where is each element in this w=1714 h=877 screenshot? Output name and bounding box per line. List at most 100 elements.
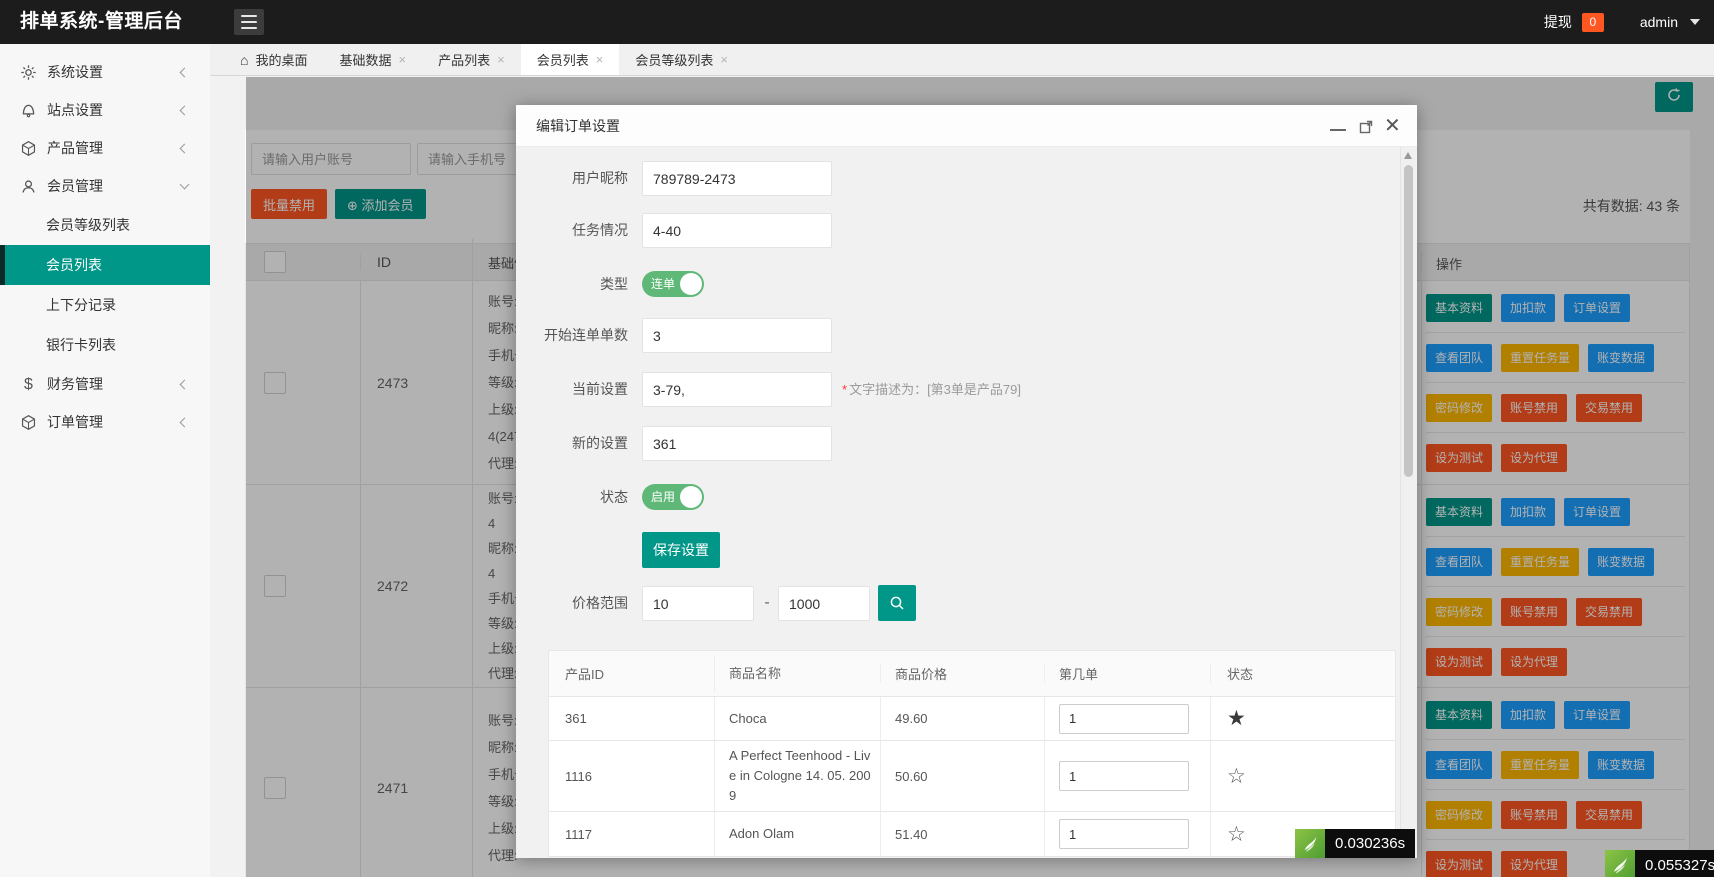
- modal-header: 编辑订单设置 ✕: [516, 105, 1417, 147]
- withdraw-link[interactable]: 提现: [1544, 12, 1572, 32]
- toggle-knob: [680, 486, 702, 508]
- chevron-left-icon: [180, 67, 190, 77]
- sidebar-item-member-list[interactable]: 会员列表: [0, 245, 210, 285]
- tab-label: 基础数据: [339, 50, 391, 69]
- product-price: 50.60: [880, 741, 1044, 811]
- current-setting-label: 当前设置: [516, 372, 628, 407]
- chevron-left-icon: [180, 143, 190, 153]
- product-table: 产品ID 商品名称 商品价格 第几单 状态 361 Choca 49.60 ★ …: [548, 650, 1396, 857]
- thinkphp-logo-icon: [1295, 829, 1325, 858]
- tab-label: 产品列表: [438, 50, 490, 69]
- order-number-input[interactable]: [1059, 761, 1189, 791]
- sidebar-item-member-level-list[interactable]: 会员等级列表: [0, 205, 210, 245]
- bell-icon: [20, 102, 37, 119]
- chevron-left-icon: [180, 417, 190, 427]
- start-chain-count-label: 开始连单单数: [516, 318, 628, 353]
- scroll-up-icon[interactable]: [1404, 152, 1412, 159]
- status-header: 状态: [1210, 664, 1395, 683]
- sidebar-item-label: 系统设置: [47, 62, 103, 82]
- search-icon: [888, 594, 906, 612]
- toggle-knob: [680, 273, 702, 295]
- star-outline-icon[interactable]: ☆: [1227, 822, 1246, 847]
- app-title: 排单系统-管理后台: [20, 0, 183, 44]
- app-root: 排单系统-管理后台 提现 0 admin 系统设置 站点设置 产品管理 会: [0, 0, 1714, 877]
- scrollbar-thumb[interactable]: [1404, 165, 1413, 477]
- product-row: 1116 A Perfect Teenhood - Live in Cologn…: [549, 741, 1395, 812]
- home-icon: ⌂: [240, 52, 248, 68]
- user-menu[interactable]: admin: [1640, 14, 1678, 30]
- status-toggle[interactable]: 启用: [642, 484, 704, 510]
- current-setting-input[interactable]: [642, 372, 832, 407]
- modal-title: 编辑订单设置: [536, 105, 620, 147]
- task-status-label: 任务情况: [516, 213, 628, 248]
- product-name: A Perfect Teenhood - Live in Cologne 14.…: [714, 741, 880, 811]
- withdraw-count-badge[interactable]: 0: [1582, 13, 1604, 32]
- trace-badge[interactable]: 0.030236s: [1295, 829, 1415, 858]
- price-search-button[interactable]: [878, 585, 916, 621]
- type-label: 类型: [516, 271, 628, 297]
- hamburger-menu-icon[interactable]: [234, 9, 264, 35]
- start-chain-count-input[interactable]: [642, 318, 832, 353]
- product-id-header: 产品ID: [549, 664, 714, 683]
- new-setting-label: 新的设置: [516, 426, 628, 461]
- order-number-input[interactable]: [1059, 704, 1189, 734]
- thinkphp-logo-icon: [1605, 850, 1635, 877]
- required-asterisk: *: [842, 382, 847, 397]
- task-status-input[interactable]: [642, 213, 832, 248]
- close-icon[interactable]: ×: [399, 52, 407, 67]
- tab-product-list[interactable]: 产品列表 ×: [422, 44, 521, 75]
- type-toggle[interactable]: 连单: [642, 271, 704, 297]
- nickname-label: 用户昵称: [516, 161, 628, 196]
- product-name: Choca: [714, 697, 880, 740]
- new-setting-input[interactable]: [642, 426, 832, 461]
- product-name-header: 商品名称: [714, 656, 880, 692]
- tab-label: 我的桌面: [255, 50, 307, 69]
- tab-member-list[interactable]: 会员列表 ×: [521, 44, 620, 75]
- sidebar-item-system-settings[interactable]: 系统设置: [0, 53, 210, 91]
- product-id: 1117: [549, 827, 714, 842]
- trace-badge[interactable]: 0.055327s: [1605, 850, 1714, 877]
- current-setting-hint: *文字描述为：[第3单是产品79]: [842, 372, 1021, 407]
- tab-bar: ⌂ 我的桌面 基础数据 × 产品列表 × 会员列表 × 会员等级列表 ×: [210, 44, 1714, 76]
- gear-icon: [20, 64, 37, 81]
- tab-basic-data[interactable]: 基础数据 ×: [323, 44, 422, 75]
- sidebar-item-site-settings[interactable]: 站点设置: [0, 91, 210, 129]
- close-icon[interactable]: ×: [497, 52, 505, 67]
- price-min-input[interactable]: [642, 586, 754, 621]
- sidebar-item-points-record[interactable]: 上下分记录: [0, 285, 210, 325]
- star-outline-icon[interactable]: ☆: [1227, 764, 1246, 789]
- nickname-input[interactable]: [642, 161, 832, 196]
- sidebar-item-bank-card-list[interactable]: 银行卡列表: [0, 325, 210, 365]
- top-bar: 排单系统-管理后台 提现 0 admin: [0, 0, 1714, 44]
- product-name: Adon Olam: [714, 812, 880, 856]
- price-range-separator: -: [760, 586, 774, 620]
- sidebar-item-product-management[interactable]: 产品管理: [0, 129, 210, 167]
- person-icon: [20, 178, 37, 195]
- topbar-right: 提现 0 admin: [1544, 0, 1700, 44]
- star-filled-icon[interactable]: ★: [1227, 706, 1246, 731]
- tab-label: 会员等级列表: [635, 50, 713, 69]
- save-settings-button[interactable]: 保存设置: [642, 532, 720, 568]
- sidebar-item-member-management[interactable]: 会员管理: [0, 167, 210, 205]
- sidebar-item-order-management[interactable]: 订单管理: [0, 403, 210, 441]
- tab-member-level-list[interactable]: 会员等级列表 ×: [619, 44, 744, 75]
- product-row: 361 Choca 49.60 ★: [549, 697, 1395, 741]
- tab-my-desktop[interactable]: ⌂ 我的桌面: [224, 44, 323, 75]
- status-label: 状态: [516, 484, 628, 510]
- order-number-input[interactable]: [1059, 819, 1189, 849]
- close-icon[interactable]: ×: [596, 52, 604, 67]
- modal-scrollbar[interactable]: [1400, 147, 1415, 858]
- sidebar-item-label: 订单管理: [47, 412, 103, 432]
- trace-time: 0.030236s: [1325, 829, 1415, 858]
- close-icon[interactable]: ×: [720, 52, 728, 67]
- minimize-icon[interactable]: [1330, 119, 1346, 133]
- sidebar-item-label: 会员管理: [47, 176, 103, 196]
- price-max-input[interactable]: [778, 586, 870, 621]
- product-id: 361: [549, 711, 714, 726]
- edit-order-settings-modal: 编辑订单设置 ✕ 用户昵称 任务情况 类型 连单 开始连单单数 当前设置 *文字…: [516, 105, 1417, 858]
- close-icon[interactable]: ✕: [1384, 113, 1401, 139]
- chevron-left-icon: [180, 105, 190, 115]
- maximize-icon[interactable]: [1358, 119, 1374, 135]
- sidebar-item-finance-management[interactable]: $ 财务管理: [0, 365, 210, 403]
- dollar-icon: $: [20, 376, 37, 393]
